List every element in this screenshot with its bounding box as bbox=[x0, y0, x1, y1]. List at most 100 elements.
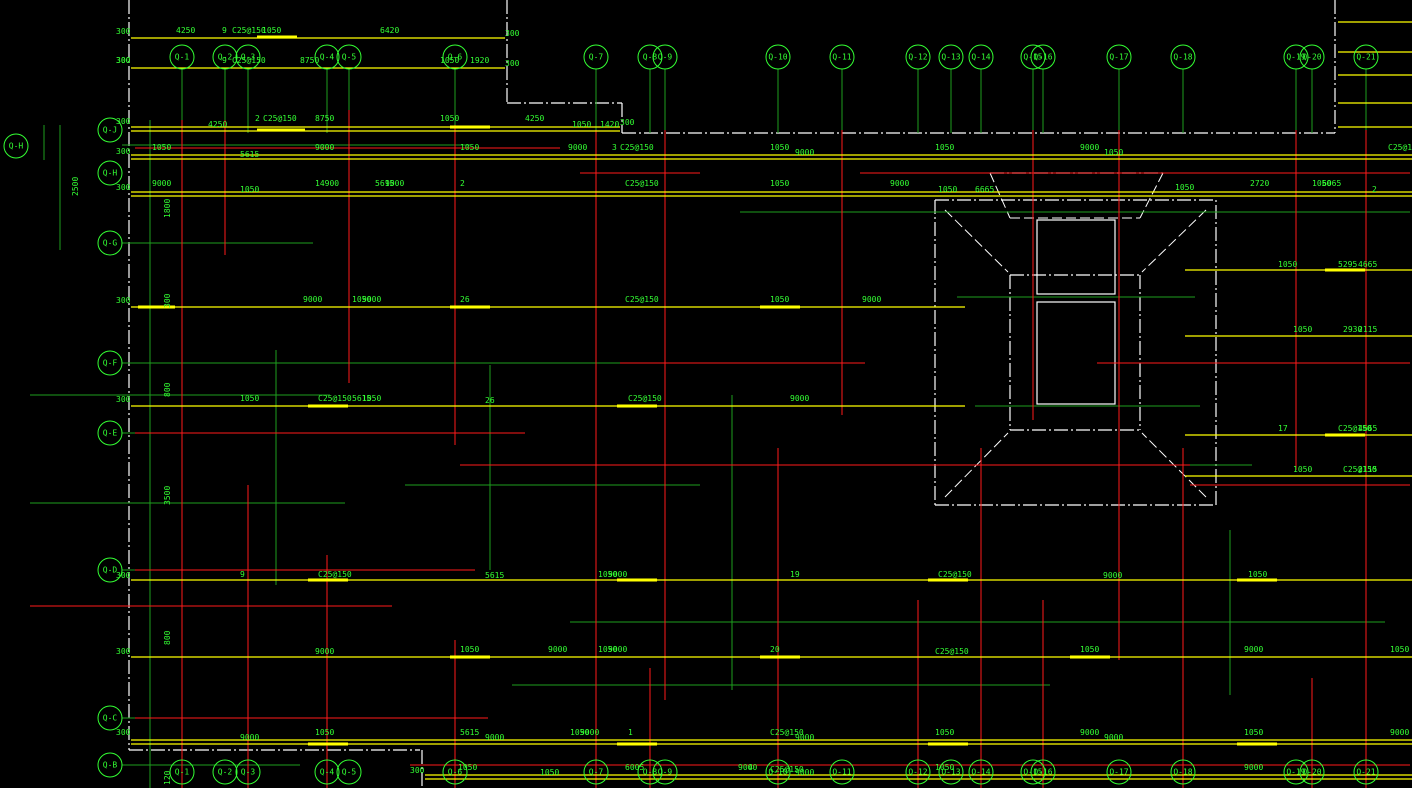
annotation-label: 300 bbox=[116, 56, 131, 65]
annotation-label: 1050 bbox=[770, 179, 789, 188]
annotation-label: 3 bbox=[612, 143, 617, 152]
grid-bubble-bottom-label: Q-9 bbox=[658, 768, 673, 777]
annotation-label: 2 bbox=[460, 179, 465, 188]
annotation-label: 9000 bbox=[152, 179, 171, 188]
annotation-label: 9000 bbox=[795, 733, 814, 742]
annotation-label: 300 bbox=[505, 59, 520, 68]
dimension-label: 300 bbox=[116, 647, 131, 656]
annotation-label: 6065 bbox=[1322, 179, 1341, 188]
dimension-label: 300 bbox=[116, 147, 131, 156]
annotation-label: 8750 bbox=[315, 114, 334, 123]
annotation-label: 1050 bbox=[572, 120, 591, 129]
annotation-label: 9 bbox=[222, 26, 227, 35]
annotation-label: 9000 bbox=[1244, 763, 1263, 772]
annotation-label: 1050 bbox=[262, 26, 281, 35]
pit-diagonals bbox=[944, 172, 1207, 498]
annotation-label: 4250 bbox=[176, 26, 195, 35]
grid-bubble-top-label: Q-10 bbox=[768, 53, 787, 62]
annotation-label: 9000 bbox=[1390, 728, 1409, 737]
grid-bubble-left-label: Q-J bbox=[103, 126, 117, 135]
grid-bubble-bottom-label: Q-14 bbox=[971, 768, 990, 777]
annotation-label: C25@150 bbox=[263, 114, 297, 123]
annotation-label: 20 bbox=[770, 645, 780, 654]
dimension-label: 300 bbox=[116, 395, 131, 404]
annotation-label: 9000 bbox=[548, 645, 567, 654]
grid-bubble-top-label: Q-11 bbox=[832, 53, 851, 62]
annotation-label: 1050 bbox=[770, 295, 789, 304]
dimension-label: 800 bbox=[163, 382, 172, 397]
grid-bubble-top-label: Q-13 bbox=[941, 53, 960, 62]
grid-bubble-top-label: Q-17 bbox=[1109, 53, 1128, 62]
annotation-label: 4 bbox=[748, 763, 753, 772]
annotation-label: 26 bbox=[460, 295, 470, 304]
annotation-label: 4250 bbox=[208, 120, 227, 129]
dimension-label: 300 bbox=[116, 728, 131, 737]
annotation-label: 9000 bbox=[608, 570, 627, 579]
structural-plan-drawing[interactable]: Q-1 Q-2 Q-3 Q-4 Q-5 Q-6 Q-7 Q-8 Q-9 Q-10 Q-11 Q-12 Q… bbox=[0, 0, 1412, 788]
annotation-label: 1050 bbox=[240, 394, 259, 403]
annotation-label: C25@150 bbox=[232, 56, 266, 65]
grid-bubble-top-label: Q-14 bbox=[971, 53, 990, 62]
grid-bubble-left-label: Q-G bbox=[103, 239, 118, 248]
annotation-label: 9000 bbox=[795, 148, 814, 157]
annotation-label: 1050 bbox=[1293, 325, 1312, 334]
annotation-label: 4665 bbox=[1358, 260, 1377, 269]
grid-bubble-bottom-label: Q-21 bbox=[1356, 768, 1375, 777]
grid-bubble-bottom-label: Q-17 bbox=[1109, 768, 1128, 777]
annotation-label: 1050 bbox=[1278, 260, 1297, 269]
grid-bubble-bottom-label: Q-18 bbox=[1173, 768, 1192, 777]
annotation-label: 1050 bbox=[1293, 465, 1312, 474]
annotation-label: 1050 bbox=[938, 185, 957, 194]
grid-bubble-bottom-label: Q-12 bbox=[908, 768, 927, 777]
grid-bubble-bottom-label: Q-2 bbox=[218, 768, 233, 777]
annotation-label: 1050 bbox=[540, 768, 559, 777]
annotation-label: 1050 bbox=[1244, 728, 1263, 737]
annotation-label: 1050 bbox=[362, 394, 381, 403]
annotation-label: 5615 bbox=[485, 571, 504, 580]
dimension-label: 300 bbox=[410, 766, 425, 775]
annotation-label: 9000 bbox=[485, 733, 504, 742]
annotation-label: 9000 bbox=[1104, 733, 1123, 742]
dimension-lines bbox=[30, 120, 1410, 788]
annotation-label: 9000 bbox=[1244, 645, 1263, 654]
annotation-label: 14900 bbox=[315, 179, 339, 188]
grid-bubble-left-label: Q-E bbox=[103, 429, 118, 438]
annotation-label: 1420 bbox=[600, 120, 619, 129]
cad-drawing-canvas[interactable]: Q-1 Q-2 Q-3 Q-4 Q-5 Q-6 Q-7 Q-8 Q-9 Q-10 Q-11 Q-12 Q… bbox=[0, 0, 1412, 788]
grid-bubble-top-label: Q-16 bbox=[1033, 53, 1052, 62]
grid-bubble-top-label: Q-9 bbox=[658, 53, 673, 62]
grid-bubble-bottom-label: Q-16 bbox=[1033, 768, 1052, 777]
annotation-label: 1050 bbox=[315, 728, 334, 737]
annotation-label: 1050 bbox=[440, 114, 459, 123]
annotation-label: 1050 bbox=[1248, 570, 1267, 579]
annotation-label: C25@150 bbox=[935, 647, 969, 656]
annotation-label: C25@150 bbox=[1388, 143, 1412, 152]
dimension-label: 800 bbox=[163, 630, 172, 645]
grid-bubble-left-label: Q-F bbox=[103, 359, 118, 368]
annotation-label: 1050 bbox=[1175, 183, 1194, 192]
annotation-label: 1050 bbox=[152, 143, 171, 152]
annotation-label: 1050 bbox=[460, 143, 479, 152]
grid-bubble-top-label: Q-7 bbox=[589, 53, 604, 62]
grid-bubble-left-label: Q-C bbox=[103, 714, 118, 723]
annotation-label: 6665 bbox=[975, 185, 994, 194]
annotation-label: 2720 bbox=[1250, 179, 1269, 188]
annotation-label: 1050 bbox=[935, 143, 954, 152]
annotation-label: 9000 bbox=[315, 647, 334, 656]
annotation-label: C25@150 bbox=[628, 394, 662, 403]
pit-openings bbox=[1036, 219, 1116, 405]
annotation-label: 5615 bbox=[460, 728, 479, 737]
annotation-label: 2115 bbox=[1358, 465, 1377, 474]
grid-bubble-top-label: Q-18 bbox=[1173, 53, 1192, 62]
grid-verticals bbox=[181, 69, 1367, 133]
dimension-label: 300 bbox=[116, 183, 131, 192]
dimension-label: 300 bbox=[116, 117, 131, 126]
dimension-label: 120 bbox=[163, 770, 172, 785]
annotation-label: 2 bbox=[1372, 185, 1377, 194]
grid-bubbles: Q-1 Q-2 Q-3 Q-4 Q-5 Q-6 Q-7 Q-8 Q-9 Q-10 Q-11 Q-12 Q… bbox=[3, 44, 1379, 785]
dimension-label: 1800 bbox=[163, 199, 172, 218]
dimension-label: 300 bbox=[163, 293, 172, 308]
annotation-label: C25@150 bbox=[625, 295, 659, 304]
annotation-label: 9000 bbox=[580, 728, 599, 737]
grid-bubble-top-label: Q-1 bbox=[175, 53, 190, 62]
